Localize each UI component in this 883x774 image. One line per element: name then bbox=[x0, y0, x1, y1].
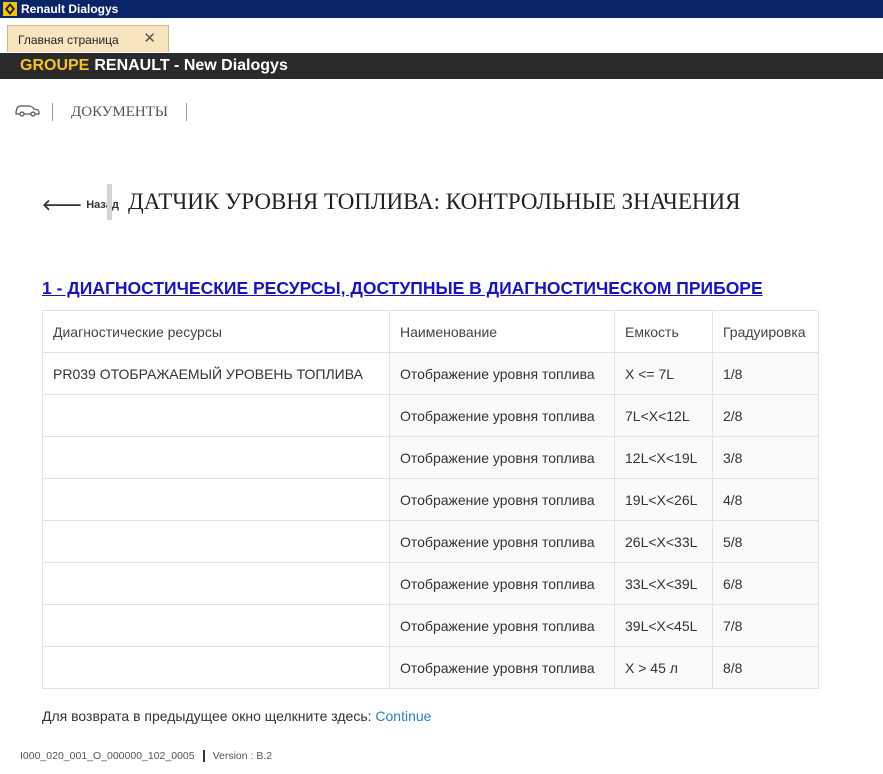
col-header-gradation: Градуировка bbox=[712, 310, 819, 353]
table-row: Отображение уровня топлива 12L<X<19L 3/8 bbox=[42, 436, 819, 479]
cell-gradation: 3/8 bbox=[712, 436, 819, 479]
col-header-resources: Диагностические ресурсы bbox=[42, 310, 390, 353]
cell-name: Отображение уровня топлива bbox=[389, 562, 615, 605]
table-row: Отображение уровня топлива 26L<X<33L 5/8 bbox=[42, 520, 819, 563]
page-title: ДАТЧИК УРОВНЯ ТОПЛИВА: КОНТРОЛЬНЫЕ ЗНАЧЕ… bbox=[128, 189, 741, 214]
table-header-row: Диагностические ресурсы Наименование Емк… bbox=[42, 310, 819, 353]
cell-gradation: 4/8 bbox=[712, 478, 819, 521]
table-row: Отображение уровня топлива 39L<X<45L 7/8 bbox=[42, 604, 819, 647]
cell-resource bbox=[42, 520, 390, 563]
col-header-name: Наименование bbox=[389, 310, 615, 353]
cell-gradation: 5/8 bbox=[712, 520, 819, 563]
nav-documents[interactable]: ДОКУМЕНТЫ bbox=[71, 104, 168, 121]
cell-capacity: 33L<X<39L bbox=[614, 562, 713, 605]
tab-strip: Главная страница ✕ bbox=[0, 18, 883, 53]
cell-resource bbox=[42, 436, 390, 479]
cell-name: Отображение уровня топлива bbox=[389, 604, 615, 647]
cell-gradation: 1/8 bbox=[712, 352, 819, 395]
cell-name: Отображение уровня топлива bbox=[389, 646, 615, 689]
cell-resource bbox=[42, 604, 390, 647]
brand-groupe: GROUPE bbox=[20, 57, 90, 74]
cell-capacity: 39L<X<45L bbox=[614, 604, 713, 647]
continue-link[interactable]: Continue bbox=[375, 708, 431, 724]
table-row: Отображение уровня топлива 33L<X<39L 6/8 bbox=[42, 562, 819, 605]
cell-name: Отображение уровня топлива bbox=[389, 352, 615, 395]
brand-name: RENAULT - New Dialogys bbox=[94, 57, 288, 74]
cell-resource bbox=[42, 646, 390, 689]
table-row: PR039 ОТОБРАЖАЕМЫЙ УРОВЕНЬ ТОПЛИВА Отобр… bbox=[42, 352, 819, 395]
return-instruction: Для возврата в предыдущее окно щелкните … bbox=[42, 708, 431, 724]
table-row: Отображение уровня топлива 7L<X<12L 2/8 bbox=[42, 394, 819, 437]
cell-name: Отображение уровня топлива bbox=[389, 520, 615, 563]
cell-name: Отображение уровня топлива bbox=[389, 436, 615, 479]
car-icon[interactable] bbox=[14, 103, 40, 122]
table-row: Отображение уровня топлива 19L<X<26L 4/8 bbox=[42, 478, 819, 521]
cell-name: Отображение уровня топлива bbox=[389, 478, 615, 521]
cell-capacity: 12L<X<19L bbox=[614, 436, 713, 479]
footer-divider bbox=[202, 750, 205, 762]
cell-resource: PR039 ОТОБРАЖАЕМЫЙ УРОВЕНЬ ТОПЛИВА bbox=[42, 352, 390, 395]
cell-name: Отображение уровня топлива bbox=[389, 394, 615, 437]
nav-divider bbox=[185, 103, 187, 121]
cell-capacity: 19L<X<26L bbox=[614, 478, 713, 521]
return-text: Для возврата в предыдущее окно щелкните … bbox=[42, 708, 376, 724]
table-row: Отображение уровня топлива X > 45 л 8/8 bbox=[42, 646, 819, 689]
cell-capacity: X <= 7L bbox=[614, 352, 713, 395]
top-nav: ДОКУМЕНТЫ bbox=[14, 100, 187, 124]
footer: I000_020_001_O_000000_102_0005 Version :… bbox=[20, 750, 272, 762]
cell-resource bbox=[42, 478, 390, 521]
col-header-capacity: Емкость bbox=[614, 310, 713, 353]
section-title-link[interactable]: 1 - ДИАГНОСТИЧЕСКИЕ РЕСУРСЫ, ДОСТУПНЫЕ В… bbox=[42, 278, 763, 299]
document-version: Version : B.2 bbox=[212, 750, 273, 762]
cell-capacity: 7L<X<12L bbox=[614, 394, 713, 437]
brand-bar: GROUPE RENAULT - New Dialogys bbox=[0, 53, 883, 79]
arrow-left-icon: 🡐 bbox=[42, 197, 83, 214]
cell-gradation: 2/8 bbox=[712, 394, 819, 437]
diagnostic-resources-table: Диагностические ресурсы Наименование Емк… bbox=[42, 310, 819, 689]
cell-gradation: 6/8 bbox=[712, 562, 819, 605]
back-label: Назад bbox=[86, 198, 119, 211]
renault-logo-icon bbox=[3, 2, 17, 16]
close-icon[interactable]: ✕ bbox=[143, 29, 156, 47]
cell-resource bbox=[42, 394, 390, 437]
document-id: I000_020_001_O_000000_102_0005 bbox=[20, 750, 195, 762]
nav-divider bbox=[52, 103, 53, 121]
cell-gradation: 7/8 bbox=[712, 604, 819, 647]
cell-capacity: X > 45 л bbox=[614, 646, 713, 689]
window-titlebar: Renault Dialogys bbox=[0, 0, 883, 18]
cell-gradation: 8/8 bbox=[712, 646, 819, 689]
tab-home[interactable]: Главная страница ✕ bbox=[7, 25, 169, 52]
cell-capacity: 26L<X<33L bbox=[614, 520, 713, 563]
title-accent-bar bbox=[107, 184, 112, 220]
tab-home-label: Главная страница bbox=[18, 33, 119, 47]
window-title: Renault Dialogys bbox=[21, 2, 119, 16]
cell-resource bbox=[42, 562, 390, 605]
